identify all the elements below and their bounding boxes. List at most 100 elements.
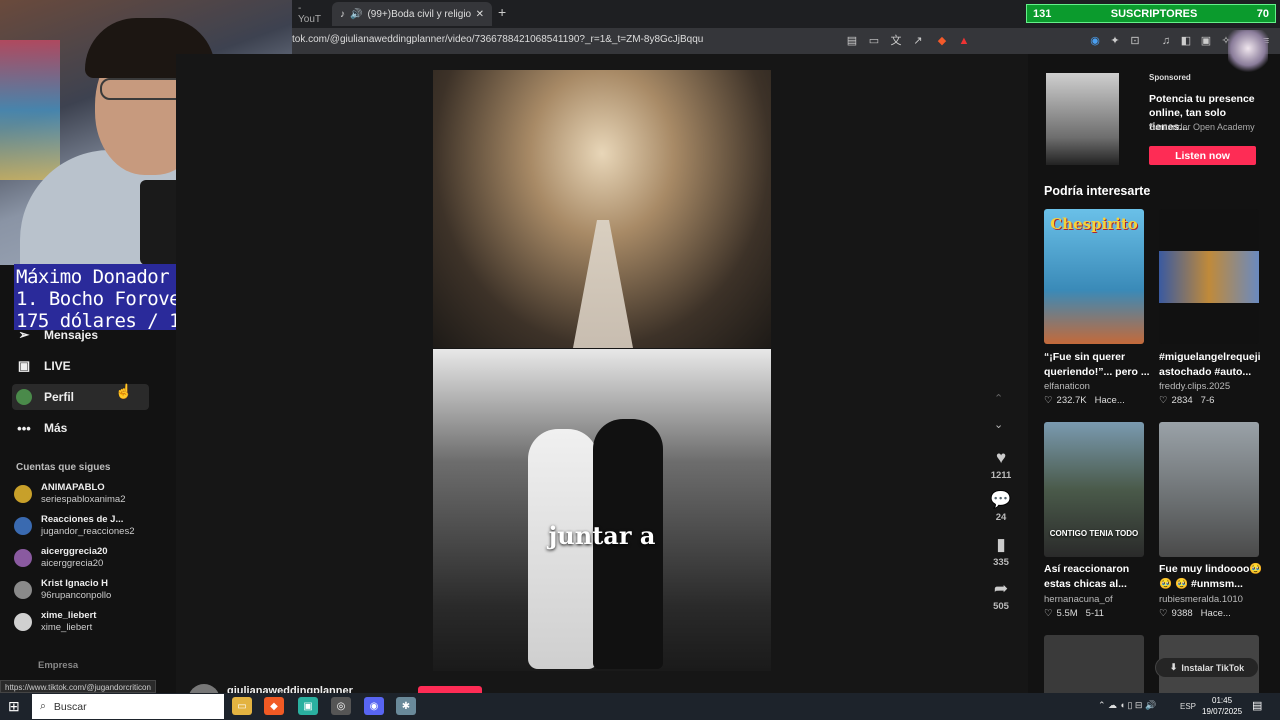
- following-item[interactable]: Reacciones de J... jugandor_reacciones2: [14, 514, 134, 538]
- app-icon[interactable]: ✱: [396, 697, 416, 715]
- sponsored-label: Sponsored: [1149, 73, 1191, 82]
- save-count: 335: [993, 557, 1009, 568]
- language-indicator[interactable]: ESP: [1180, 702, 1196, 711]
- comment-button[interactable]: 💬 24: [986, 490, 1016, 523]
- listen-now-button[interactable]: Listen now: [1149, 146, 1256, 165]
- sidebar-item-mas[interactable]: ••• Más: [12, 415, 149, 441]
- suggestion-thumbnail[interactable]: Chespirito: [1044, 209, 1144, 344]
- extension-audio-icon[interactable]: ◉: [1087, 33, 1103, 49]
- suggestion-stats: ♡ 232.7K Hace...: [1044, 395, 1125, 406]
- reader-mode-icon[interactable]: ▤: [844, 33, 860, 49]
- notification-icon[interactable]: ▤: [1252, 699, 1262, 712]
- heart-icon: ♥: [995, 448, 1007, 467]
- following-item[interactable]: aicerggrecia20 aicerggrecia20: [14, 546, 108, 570]
- tab-close-icon[interactable]: ✕: [476, 9, 484, 20]
- suggestion-thumbnail[interactable]: CONTIGO TENIA TODO: [1044, 422, 1144, 557]
- comment-icon: 💬: [990, 490, 1012, 509]
- heart-outline-icon: ♡: [1159, 395, 1168, 406]
- wallet-icon[interactable]: ▣: [1198, 33, 1214, 49]
- bookmark-icon: ▮: [996, 535, 1006, 554]
- subs-label: SUSCRIPTORES: [1110, 7, 1198, 20]
- comment-count: 24: [995, 512, 1007, 523]
- suggestion-user[interactable]: elfanaticon: [1044, 381, 1090, 392]
- subscriber-counter: 131 SUSCRIPTORES 70: [1026, 4, 1276, 23]
- heart-outline-icon: ♡: [1044, 395, 1053, 406]
- tiktok-favicon-icon: ♪: [340, 8, 345, 20]
- following-item[interactable]: xime_liebert xime_liebert: [14, 610, 96, 634]
- ad-thumbnail[interactable]: [1046, 73, 1119, 165]
- translate-icon[interactable]: 文: [888, 33, 904, 49]
- video-frame-couple[interactable]: juntar a: [433, 349, 771, 671]
- cast-icon[interactable]: ▭: [866, 33, 882, 49]
- suggestion-thumbnail[interactable]: [1159, 422, 1259, 557]
- suggestion-stats: ♡ 9388 Hace...: [1159, 608, 1231, 619]
- chevron-up-icon[interactable]: ⌃: [994, 392, 1003, 405]
- vtuber-avatar-overlay: [1228, 30, 1268, 76]
- avatar: [14, 485, 32, 503]
- following-item[interactable]: Krist Ignacio H 96rupanconpollo: [14, 578, 111, 602]
- suggestion-user[interactable]: rubiesmeralda.1010: [1159, 594, 1243, 605]
- media-icon[interactable]: ♫: [1158, 33, 1174, 49]
- live-icon: ▣: [17, 358, 31, 373]
- chevron-down-icon[interactable]: ⌄: [994, 418, 1003, 431]
- heart-outline-icon: ♡: [1159, 608, 1168, 619]
- following-item[interactable]: ANIMAPABLO seriespabloxanima2: [14, 482, 126, 506]
- sidebar-item-live[interactable]: ▣ LIVE: [12, 353, 149, 379]
- footer-empresa-link[interactable]: Empresa: [38, 660, 78, 671]
- avatar: [14, 517, 32, 535]
- brave-shield-icon[interactable]: ◆: [934, 33, 950, 49]
- more-icon: •••: [17, 420, 31, 436]
- background-toys: [0, 40, 60, 180]
- suggestion-title[interactable]: “¡Fue sin querer queriendo!”... pero ...: [1044, 350, 1154, 380]
- obs-icon[interactable]: ◎: [331, 697, 351, 715]
- new-tab-button[interactable]: +: [498, 4, 506, 20]
- subs-count: 131: [1033, 7, 1052, 20]
- url-field[interactable]: tok.com/@giulianaweddingplanner/video/73…: [292, 34, 703, 45]
- avatar: [14, 613, 32, 631]
- avatar: [14, 581, 32, 599]
- windows-start-icon[interactable]: ⊞: [8, 698, 20, 715]
- suggestion-title[interactable]: Fue muy lindoooo🥹 🥹 🥹 #unmsm...: [1159, 562, 1269, 592]
- share-arrow-icon: ➦: [993, 579, 1009, 598]
- avatar-icon: [16, 389, 32, 405]
- share-count: 505: [993, 601, 1009, 612]
- app-icon[interactable]: ▣: [298, 697, 318, 715]
- install-tiktok-button[interactable]: ⬇ Instalar TikTok: [1155, 657, 1259, 678]
- suggestions-title: Podría interesarte: [1044, 184, 1151, 198]
- mouse-cursor-icon: ☝: [115, 383, 133, 399]
- extensions-icon[interactable]: ✦: [1107, 33, 1123, 49]
- tray-icons[interactable]: ⌃ ☁ ◖ ▯ ⊟ 🔊: [1098, 700, 1156, 711]
- video-frame-church-interior[interactable]: [433, 70, 771, 348]
- like-count: 1211: [990, 470, 1012, 481]
- tab-title: (99+)Boda civil y religiosa el c: [367, 8, 471, 20]
- screenshot-icon[interactable]: ⊡: [1127, 33, 1143, 49]
- discord-icon[interactable]: ◉: [364, 697, 384, 715]
- avatar: [14, 549, 32, 567]
- taskbar-search[interactable]: ⌕ Buscar: [32, 694, 224, 719]
- ad-brand: Santander Open Academy: [1149, 122, 1255, 132]
- audio-icon: 🔊: [350, 8, 363, 20]
- video-caption: juntar a: [548, 521, 656, 550]
- tab-tiktok-active[interactable]: ♪ 🔊 (99+)Boda civil y religiosa el c ✕: [332, 2, 492, 26]
- share-button[interactable]: ➦ 505: [986, 579, 1016, 612]
- clock[interactable]: 01:45 19/07/2025: [1202, 695, 1242, 717]
- church-aisle: [573, 220, 633, 348]
- like-button[interactable]: ♥ 1211: [986, 448, 1016, 481]
- status-bar-url: https://www.tiktok.com/@jugandorcriticon: [0, 680, 156, 693]
- sidebar-toggle-icon[interactable]: ◧: [1178, 33, 1194, 49]
- suggestion-stats: ♡ 2834 7-6: [1159, 395, 1215, 406]
- tab-youtube[interactable]: - YouT: [290, 2, 332, 26]
- suggestion-thumbnail[interactable]: [1159, 209, 1259, 344]
- suggestion-thumbnail[interactable]: [1044, 635, 1144, 693]
- save-button[interactable]: ▮ 335: [986, 535, 1016, 568]
- brave-rewards-icon[interactable]: ▲: [956, 33, 972, 49]
- brave-browser-icon[interactable]: ◆: [264, 697, 284, 715]
- suggestion-title[interactable]: Así reaccionaron estas chicas al...: [1044, 562, 1154, 592]
- file-explorer-icon[interactable]: ▭: [232, 697, 252, 715]
- suggestion-title[interactable]: #miguelangelrequeji astochado #auto...: [1159, 350, 1269, 380]
- suggestion-stats: ♡ 5.5M 5-11: [1044, 608, 1104, 619]
- suggestion-user[interactable]: hernanacuna_of: [1044, 594, 1113, 605]
- share-icon[interactable]: ↗: [910, 33, 926, 49]
- suggestion-user[interactable]: freddy.clips.2025: [1159, 381, 1230, 392]
- heart-outline-icon: ♡: [1044, 608, 1053, 619]
